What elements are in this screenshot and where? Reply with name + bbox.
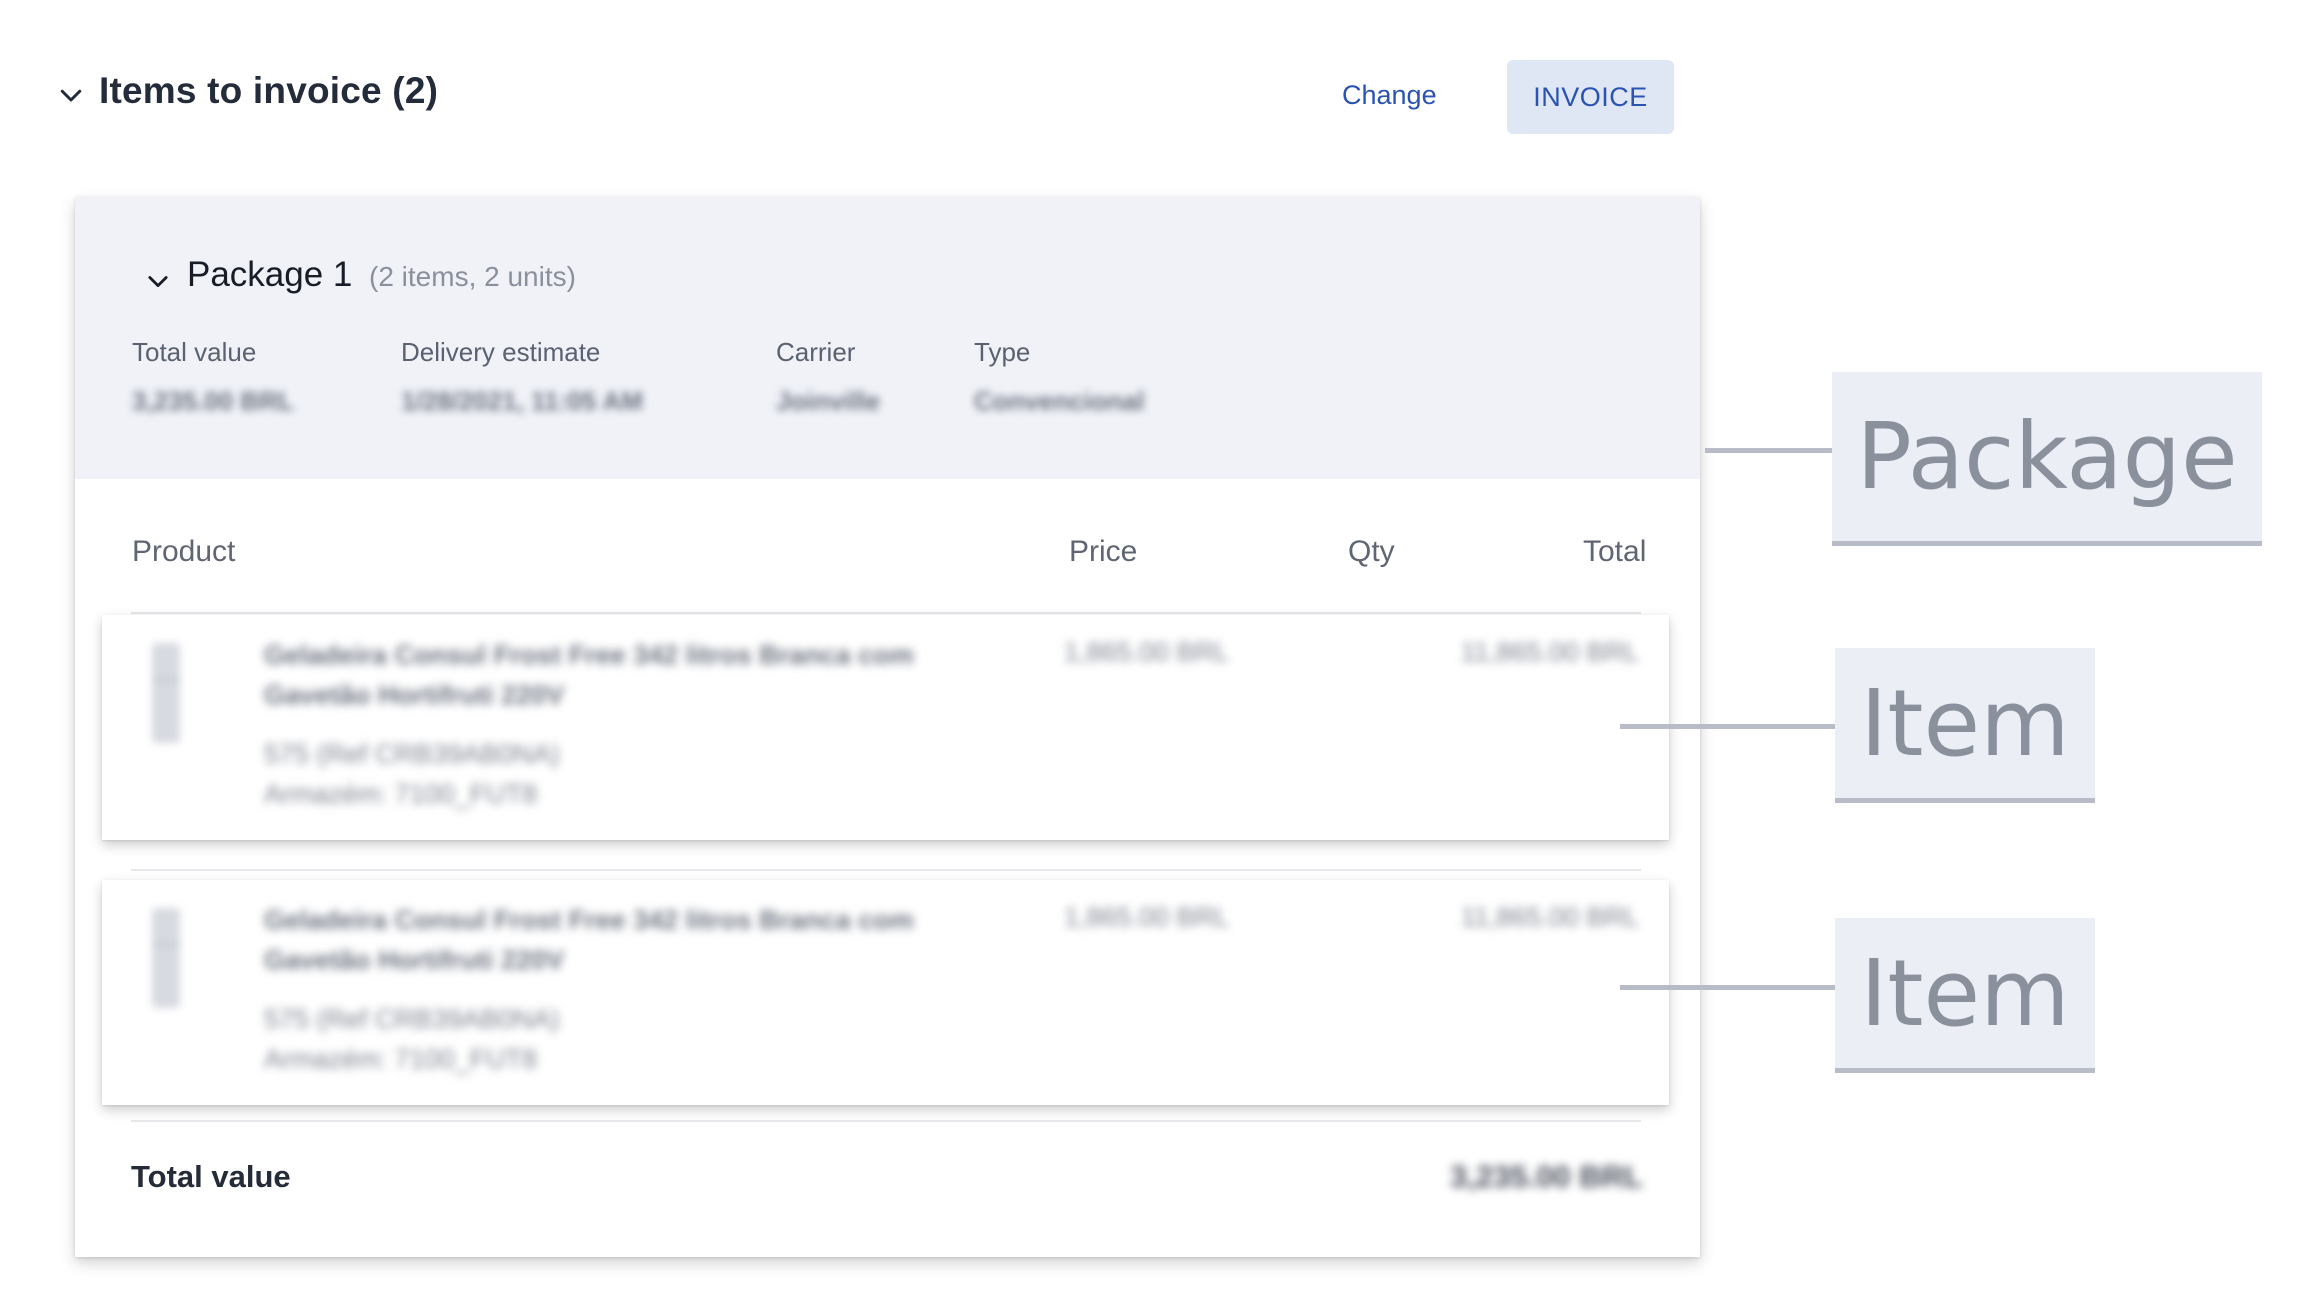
item-name: Geladeira Consul Frost Free 342 litros B… [264,905,914,975]
item-row[interactable]: Geladeira Consul Frost Free 342 litros B… [102,615,1669,840]
meta-total-value: Total value 3,235.00 BRL [132,337,294,417]
total-value: 3,235.00 BRL [1450,1159,1643,1194]
item-price: 1,865.00 BRL [1064,637,1230,667]
package-header: Package 1 (2 items, 2 units) Total value… [75,197,1700,479]
callout-line [1620,724,1835,729]
divider [131,1120,1641,1122]
meta-delivery-estimate: Delivery estimate 1/28/2021, 11:05 AM [401,337,643,417]
item-row[interactable]: Geladeira Consul Frost Free 342 litros B… [102,880,1669,1105]
callout-line [1705,448,1835,453]
chevron-down-icon[interactable] [144,267,172,295]
meta-value: Convencional [974,386,1145,416]
package-title: Package 1 [187,255,353,294]
invoice-button[interactable]: INVOICE [1507,60,1674,134]
meta-label: Carrier [776,337,856,367]
column-header-product: Product [132,535,236,568]
column-header-price: Price [1069,535,1138,568]
meta-value: 1/28/2021, 11:05 AM [401,386,643,416]
callout-line [1620,985,1835,990]
stage: Items to invoice (2) Change INVOICE Pack… [0,0,2310,1310]
section-title: Items to invoice (2) [99,70,439,111]
callout-item: Item [1835,648,2095,803]
callout-package: Package [1832,372,2262,546]
item-warehouse: Armazém: 7100_FUT8 [264,779,538,809]
meta-type: Type Convencional [974,337,1144,417]
item-price: 1,865.00 BRL [1064,902,1230,932]
column-header-total: Total [1583,535,1647,568]
item-warehouse: Armazém: 7100_FUT8 [264,1044,538,1074]
product-image [142,643,190,743]
meta-label: Type [974,337,1031,367]
meta-value: Joinville [776,386,881,416]
item-sku: 575 (Ref CRB39AB0NA) [264,1004,560,1034]
item-total: 11,865.00 BRL [1460,637,1639,667]
total-label: Total value [131,1159,291,1194]
item-name: Geladeira Consul Frost Free 342 litros B… [264,640,914,710]
chevron-down-icon[interactable] [56,80,86,110]
item-total: 11,865.00 BRL [1460,902,1639,932]
divider [131,612,1641,614]
change-link[interactable]: Change [1342,80,1437,111]
column-header-qty: Qty [1348,535,1395,568]
package-card: Package 1 (2 items, 2 units) Total value… [75,197,1700,1257]
section-header: Items to invoice (2) Change INVOICE [56,60,1676,134]
meta-label: Total value [132,337,257,367]
callout-item: Item [1835,918,2095,1073]
meta-carrier: Carrier Joinville [776,337,880,417]
item-sku: 575 (Ref CRB39AB0NA) [264,739,560,769]
meta-value: 3,235.00 BRL [132,386,294,416]
package-subtitle: (2 items, 2 units) [369,261,576,292]
product-image [142,908,190,1008]
divider [131,869,1641,871]
meta-label: Delivery estimate [401,337,601,367]
